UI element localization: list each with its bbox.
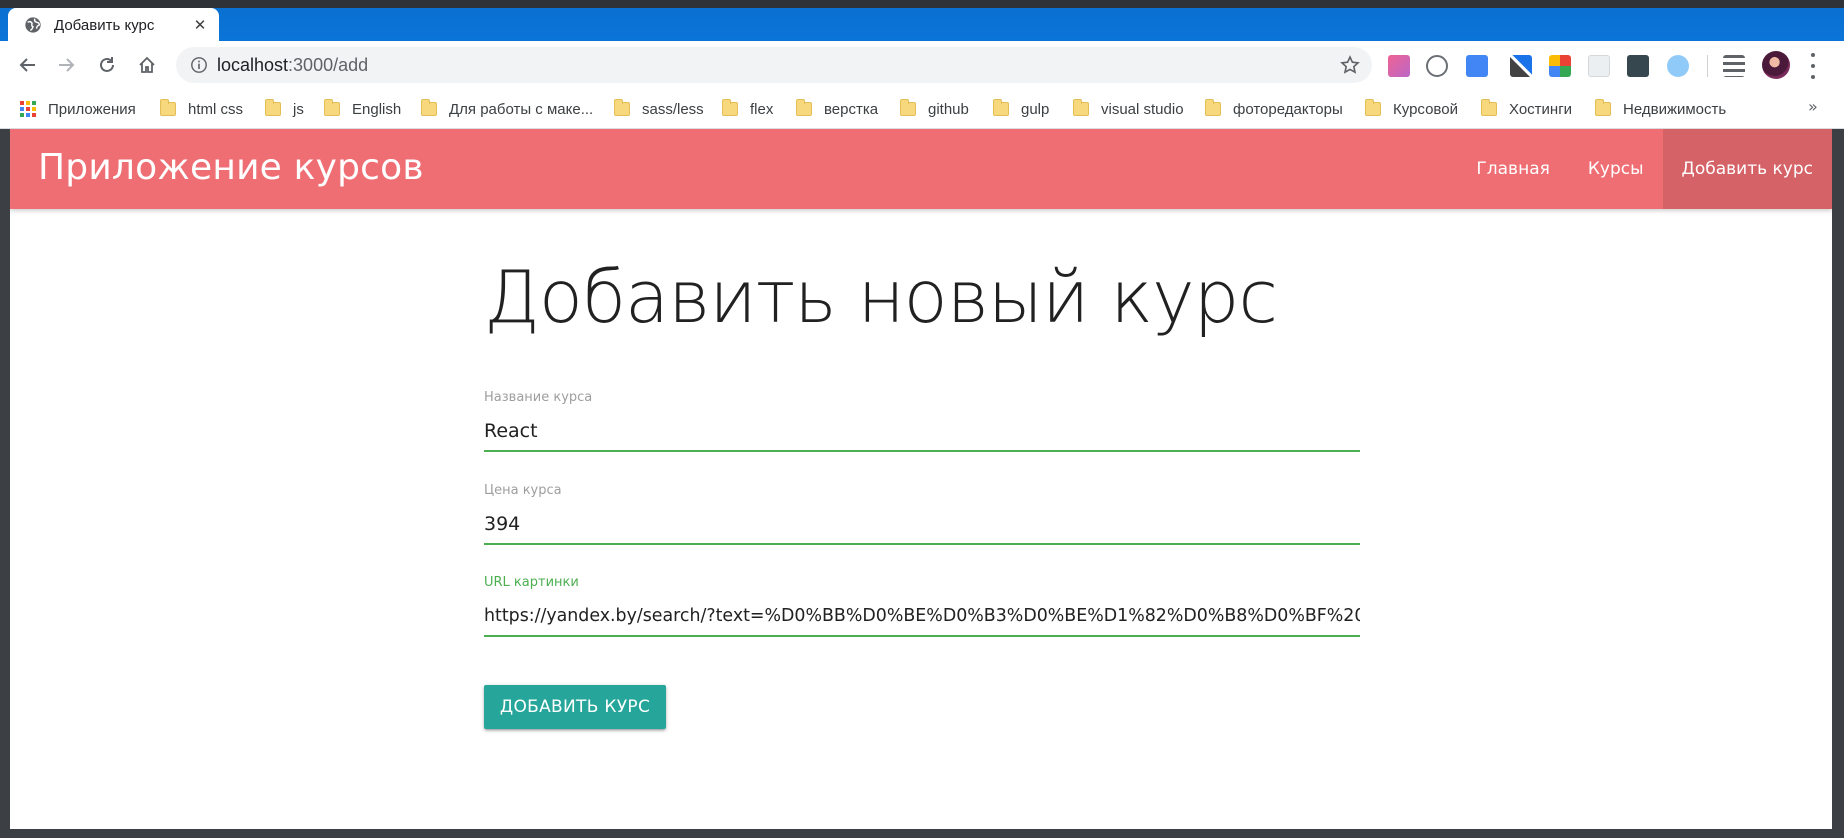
forward-arrow-icon <box>59 58 75 72</box>
back-arrow-icon <box>19 58 35 72</box>
browser-toolbar: localhost:3000/add <box>0 41 1844 89</box>
extension-eye-icon[interactable] <box>1426 55 1448 77</box>
color-picker-icon[interactable] <box>1510 55 1532 77</box>
app-navbar: Приложение курсов Главная Курсы Добавить… <box>10 129 1832 209</box>
folder-icon <box>1205 99 1221 116</box>
bookmark-label: Недвижимость <box>1623 100 1727 118</box>
image-url-label: URL картинки <box>484 575 579 590</box>
bookmark-folder[interactable]: Курсовой <box>1365 98 1458 120</box>
address-url[interactable]: localhost:3000/add <box>217 55 368 76</box>
page-viewport: Приложение курсов Главная Курсы Добавить… <box>10 129 1832 829</box>
bookmark-label: Курсовой <box>1393 100 1458 118</box>
bookmark-folder[interactable]: фоторедакторы <box>1205 98 1343 120</box>
folder-icon <box>1481 99 1497 116</box>
folder-icon <box>614 99 630 116</box>
bookmark-label: visual studio <box>1101 100 1184 118</box>
extension-circle-icon[interactable] <box>1667 55 1689 77</box>
apps-grid-icon <box>20 101 36 117</box>
folder-icon <box>993 99 1009 116</box>
selenium-icon[interactable] <box>1627 55 1649 77</box>
nav-link-courses[interactable]: Курсы <box>1569 129 1663 209</box>
site-info-icon[interactable] <box>190 56 208 74</box>
reload-button[interactable] <box>89 47 125 83</box>
tab-title: Добавить курс <box>54 16 155 34</box>
bookmark-folder[interactable]: Для работы с маке... <box>421 98 593 120</box>
bookmark-star-icon[interactable] <box>1340 55 1360 75</box>
bookmark-folder[interactable]: flex <box>722 98 773 120</box>
bookmark-folder[interactable]: html css <box>160 98 243 120</box>
browser-menu-icon[interactable] <box>1808 53 1818 79</box>
browser-tab-active[interactable]: Добавить курс ✕ <box>8 8 219 42</box>
folder-icon <box>796 99 812 116</box>
close-tab-icon[interactable]: ✕ <box>191 16 209 34</box>
toolbar-divider <box>1707 55 1708 77</box>
folder-icon <box>722 99 738 116</box>
bookmark-folder[interactable]: js <box>265 98 304 120</box>
forward-button[interactable] <box>48 47 84 83</box>
bookmark-folder[interactable]: Недвижимость <box>1595 98 1726 120</box>
tab-strip: Добавить курс ✕ <box>0 0 1844 42</box>
course-price-input[interactable]: 394 <box>484 505 1360 545</box>
bookmark-label: flex <box>750 100 774 118</box>
nav-links: Главная Курсы Добавить курс <box>1457 129 1832 209</box>
nav-link-home[interactable]: Главная <box>1457 129 1568 209</box>
folder-icon <box>160 99 176 116</box>
extension-gradient-icon[interactable] <box>1388 55 1410 77</box>
course-title-input[interactable]: React <box>484 412 1360 452</box>
globe-icon <box>25 17 41 33</box>
folder-icon <box>1073 99 1089 116</box>
bookmark-label: html css <box>188 100 244 118</box>
add-course-button[interactable]: ДОБАВИТЬ КУРС <box>484 685 666 729</box>
bookmark-label: Для работы с маке... <box>449 100 594 118</box>
brand-logo-text[interactable]: Приложение курсов <box>38 147 424 188</box>
bookmark-label: верстка <box>824 100 879 118</box>
extension-tiles-icon[interactable] <box>1549 55 1571 77</box>
home-icon <box>139 56 155 73</box>
folder-icon <box>1365 99 1381 116</box>
bookmark-label: sass/less <box>642 100 704 118</box>
back-button[interactable] <box>10 47 46 83</box>
nav-link-add-course[interactable]: Добавить курс <box>1662 129 1832 209</box>
google-translate-icon[interactable] <box>1466 55 1488 77</box>
extension-blank-icon[interactable] <box>1588 55 1610 77</box>
folder-icon <box>265 99 281 116</box>
bookmarks-overflow-chevron-icon[interactable]: » <box>1808 97 1818 116</box>
folder-icon <box>900 99 916 116</box>
folder-icon <box>1595 99 1611 116</box>
bookmark-label: English <box>352 100 402 118</box>
bookmark-label: фоторедакторы <box>1233 100 1343 118</box>
course-title-label: Название курса <box>484 390 593 405</box>
address-bar[interactable]: localhost:3000/add <box>176 47 1372 83</box>
bookmark-folder[interactable]: github <box>900 98 969 120</box>
folder-icon <box>421 99 437 116</box>
profile-avatar[interactable] <box>1762 51 1790 79</box>
reload-icon <box>100 57 114 72</box>
url-host: localhost <box>217 55 289 75</box>
url-path: :3000/add <box>288 55 369 75</box>
bookmark-folder[interactable]: visual studio <box>1073 98 1184 120</box>
bookmark-folder[interactable]: sass/less <box>614 98 704 120</box>
bookmark-label: Хостинги <box>1509 100 1573 118</box>
window-frame <box>0 0 1844 8</box>
bookmark-folder[interactable]: English <box>324 98 401 120</box>
media-playlist-icon[interactable] <box>1723 55 1745 77</box>
bookmark-folder[interactable]: верстка <box>796 98 878 120</box>
bookmark-label: js <box>293 100 304 118</box>
bookmark-label: Приложения <box>48 100 136 118</box>
bookmark-apps[interactable]: Приложения <box>20 98 136 120</box>
folder-icon <box>324 99 340 116</box>
home-button[interactable] <box>129 47 165 83</box>
page-title: Добавить новый курс <box>484 255 1278 339</box>
bookmark-label: gulp <box>1021 100 1050 118</box>
bookmark-folder[interactable]: Хостинги <box>1481 98 1572 120</box>
course-price-label: Цена курса <box>484 483 562 498</box>
bookmark-folder[interactable]: gulp <box>993 98 1049 120</box>
bookmark-label: github <box>928 100 969 118</box>
bookmarks-bar: Приложения html css js English Для работ… <box>0 89 1844 129</box>
image-url-input[interactable]: https://yandex.by/search/?text=%D0%BB%D0… <box>484 597 1360 637</box>
